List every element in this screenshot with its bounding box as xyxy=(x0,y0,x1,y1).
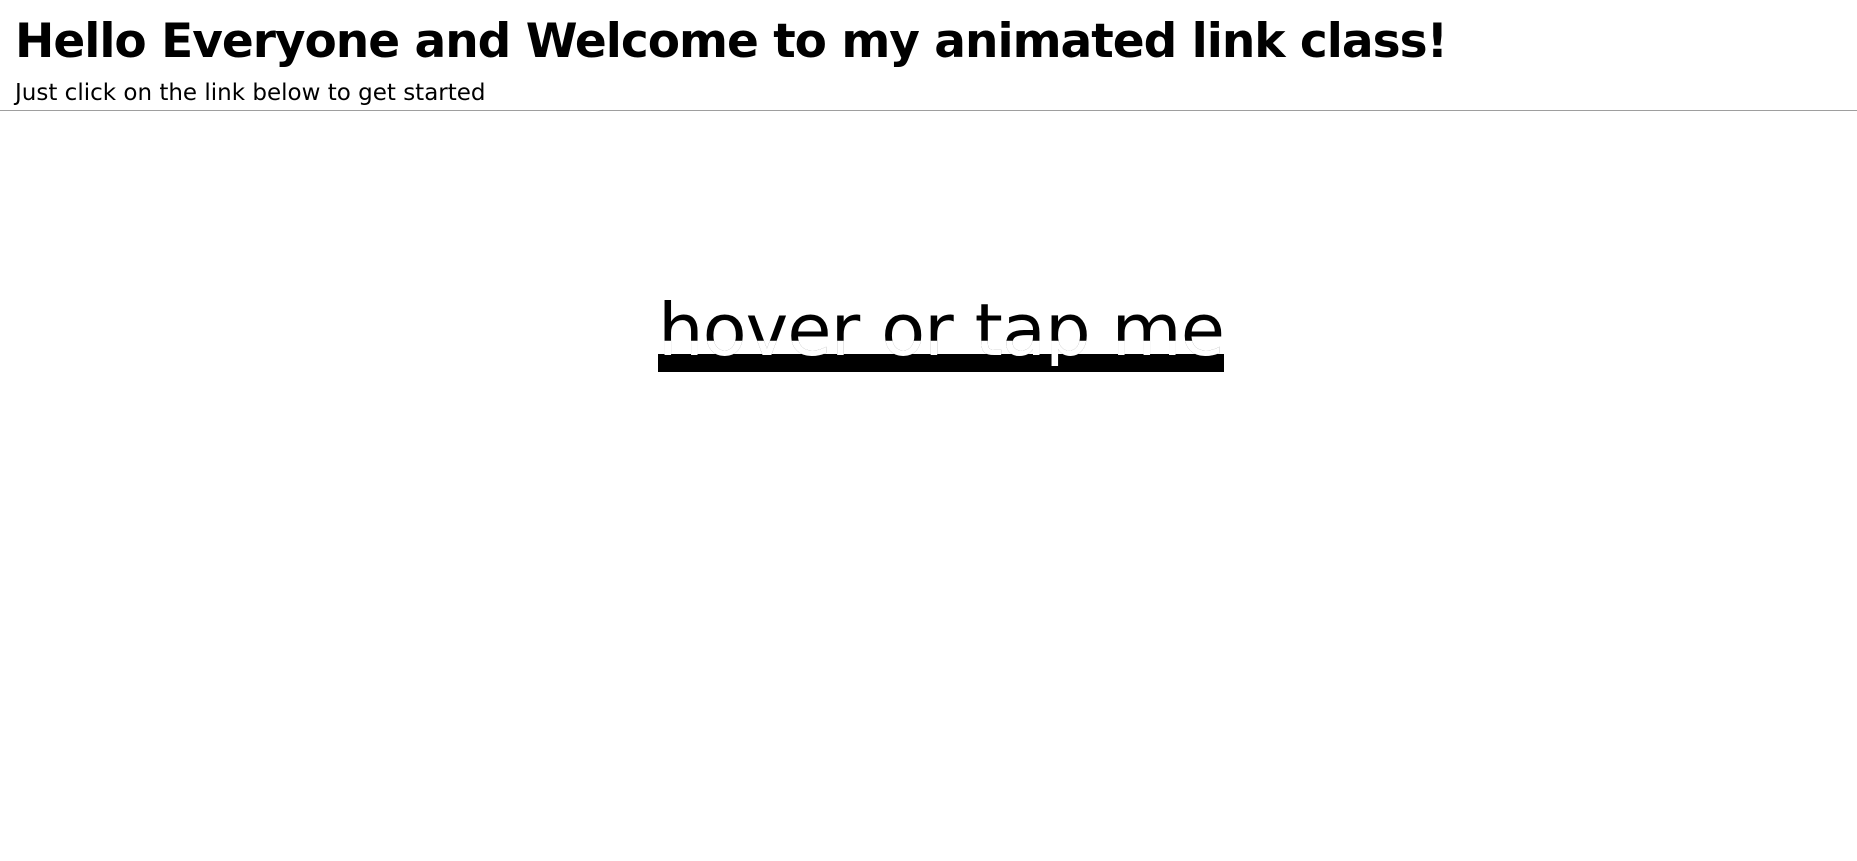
animated-link[interactable]: hover or tap me hover or tap me xyxy=(658,294,1225,372)
link-label: hover or tap me xyxy=(658,288,1225,372)
page-subtitle: Just click on the link below to get star… xyxy=(15,80,486,106)
page-header: Hello Everyone and Welcome to my animate… xyxy=(0,0,1857,111)
main-stage: hover or tap me hover or tap me xyxy=(0,111,1857,861)
page-title: Hello Everyone and Welcome to my animate… xyxy=(15,14,1448,69)
